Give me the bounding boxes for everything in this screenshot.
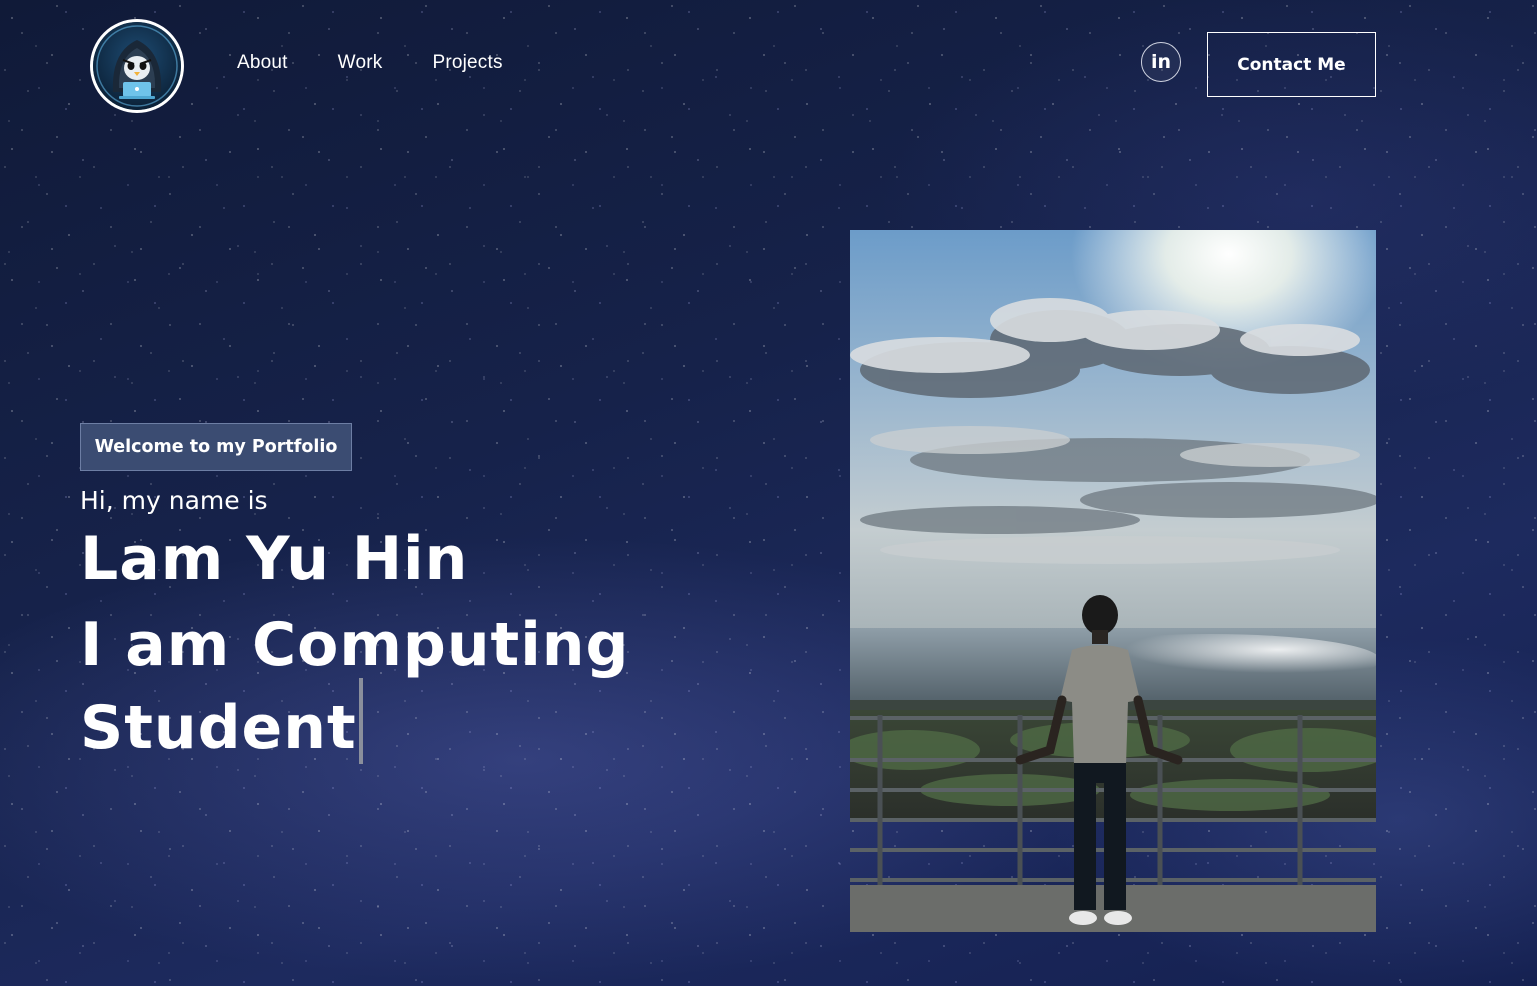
nav-link-work[interactable]: Work [338,52,383,74]
profile-photo [850,230,1376,932]
main-nav: About Work Projects [237,52,503,74]
intro-text: Hi, my name is [80,486,268,515]
nav-link-about[interactable]: About [237,52,288,74]
hero-role: I am Computing Student [80,612,640,764]
hooded-penguin-hacker-icon [93,22,181,110]
nav-link-projects[interactable]: Projects [432,52,502,74]
linkedin-icon[interactable]: in [1141,42,1181,82]
welcome-badge: Welcome to my Portfolio [80,423,352,471]
linkedin-label: in [1150,51,1172,73]
hero-role-text: I am Computing Student [80,610,630,763]
contact-me-button[interactable]: Contact Me [1207,32,1376,97]
hero-name: Lam Yu Hin [80,524,469,594]
typing-caret [358,678,363,764]
site-logo[interactable] [90,19,184,113]
